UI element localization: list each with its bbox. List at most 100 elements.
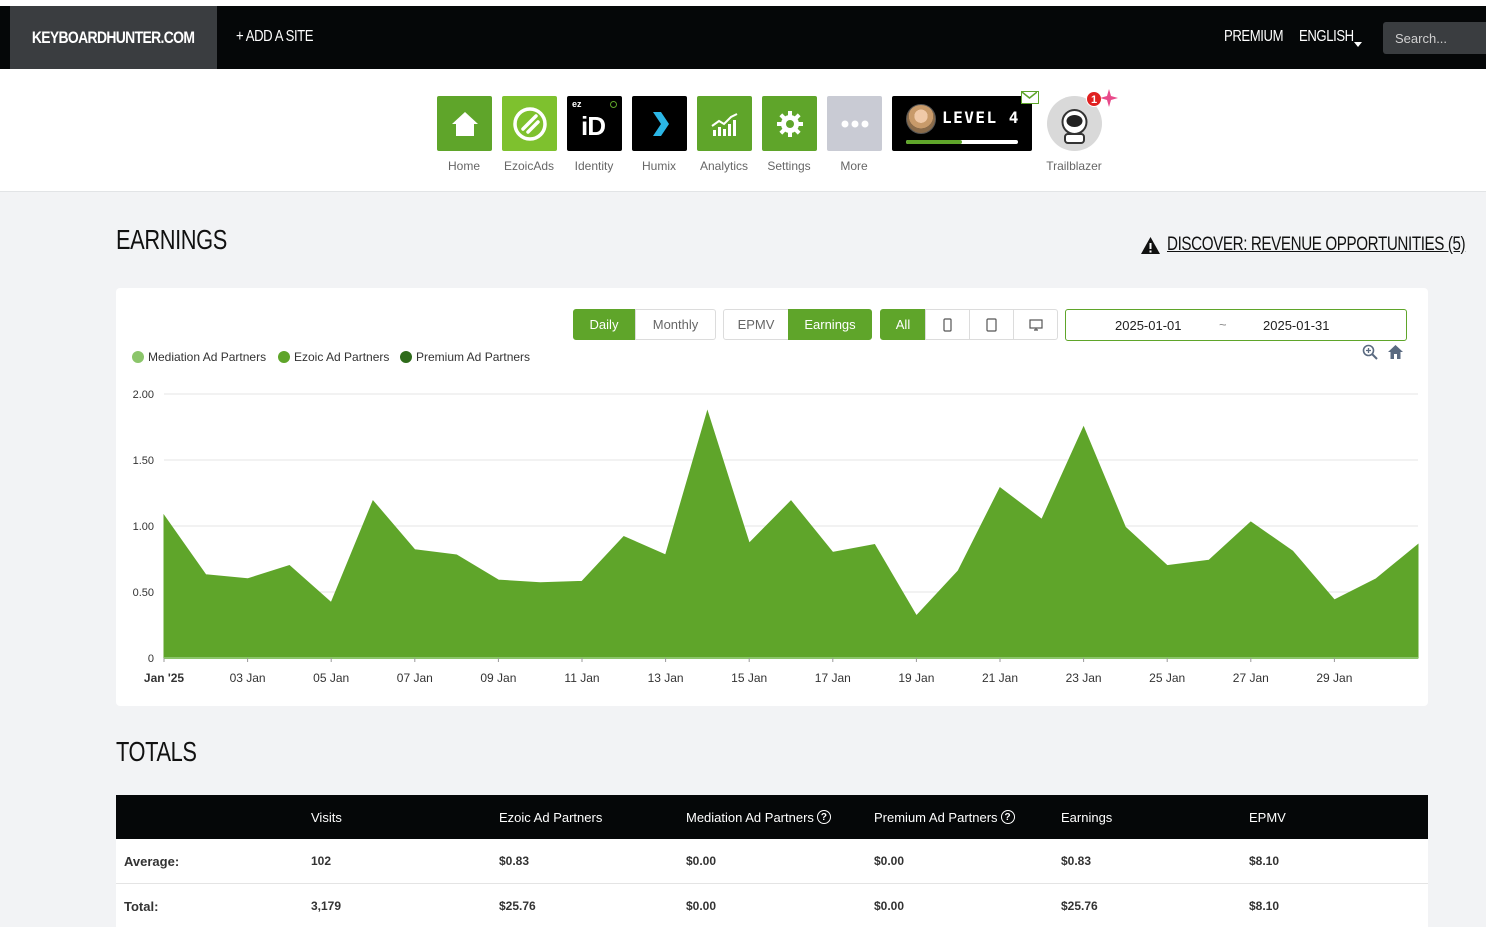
device-tablet-button[interactable] xyxy=(969,309,1014,340)
zoom-icon[interactable] xyxy=(1362,344,1378,360)
legend-item-premium[interactable]: Premium Ad Partners xyxy=(400,350,530,364)
add-site-label: + ADD A SITE xyxy=(236,28,314,45)
app-tile-home[interactable] xyxy=(437,96,492,151)
y-tick-label: 1.50 xyxy=(133,455,154,467)
legend-dot xyxy=(400,351,412,363)
chevron-down-icon xyxy=(1354,42,1362,47)
sparkle-icon xyxy=(1100,89,1118,107)
app-tile-identity[interactable]: ez iD xyxy=(567,96,622,151)
app-tile-more[interactable] xyxy=(827,96,882,151)
col-header-ezoic[interactable]: Ezoic Ad Partners xyxy=(499,795,602,839)
premium-link[interactable]: PREMIUM xyxy=(1224,28,1296,46)
reset-zoom-home-icon[interactable] xyxy=(1387,344,1404,360)
app-tile-ezoicads[interactable] xyxy=(502,96,557,151)
device-mobile-button[interactable] xyxy=(925,309,970,340)
y-tick-label: 1.00 xyxy=(133,521,154,533)
help-icon[interactable]: ? xyxy=(1000,810,1015,824)
identity-icon-text: iD xyxy=(581,111,606,141)
device-desktop-button[interactable] xyxy=(1013,309,1058,340)
earnings-title: EARNINGS xyxy=(116,224,258,256)
tablet-icon xyxy=(986,317,997,332)
level-label: LEVEL 4 xyxy=(942,108,1020,127)
x-tick-label: 15 Jan xyxy=(731,671,767,685)
cell-ezoic: $0.83 xyxy=(499,854,530,868)
legend-dot xyxy=(278,351,290,363)
gear-icon xyxy=(776,110,803,137)
y-tick-label: 0 xyxy=(148,653,154,665)
x-tick-label: 13 Jan xyxy=(648,671,684,685)
legend-label: Ezoic Ad Partners xyxy=(294,350,390,364)
y-tick-label: 2.00 xyxy=(133,389,154,401)
cell-premium: $0.00 xyxy=(874,854,905,868)
earnings-area-chart[interactable]: 0 0.50 1.00 1.50 2.00 Jan '25 03 Jan 05 Jan 07 J… xyxy=(116,378,1428,688)
date-range-picker[interactable]: 2025-01-01 ~ 2025-01-31 xyxy=(1065,309,1407,341)
cell-mediation: $0.00 xyxy=(686,854,717,868)
brand-label: KEYBOARDHUNTER.COM xyxy=(32,27,195,47)
date-from[interactable]: 2025-01-01 xyxy=(1115,318,1182,333)
app-tile-humix[interactable] xyxy=(632,96,687,151)
x-tick-label: 27 Jan xyxy=(1233,671,1269,685)
cell-earnings: $25.76 xyxy=(1061,899,1098,913)
more-icon xyxy=(841,120,868,127)
app-label-analytics: Analytics xyxy=(699,159,749,173)
desktop-icon xyxy=(1028,318,1043,331)
trailblazer-label: Trailblazer xyxy=(1046,159,1102,173)
epmv-button[interactable]: EPMV xyxy=(723,309,789,340)
col-header-premium-label: Premium Ad Partners xyxy=(874,809,998,825)
x-tick-label: 07 Jan xyxy=(397,671,433,685)
cell-ezoic: $25.76 xyxy=(499,899,536,913)
col-header-visits[interactable]: Visits xyxy=(311,795,342,839)
app-icon-bar: Home EzoicAds ez iD Identity Humix Analy… xyxy=(0,69,1486,192)
app-label-ezoicads: EzoicAds xyxy=(503,159,555,173)
ezoic-ads-icon xyxy=(512,106,547,141)
col-header-premium[interactable]: Premium Ad Partners? xyxy=(874,795,1015,839)
device-all-button[interactable]: All xyxy=(880,309,926,340)
app-tile-analytics[interactable] xyxy=(697,96,752,151)
date-to[interactable]: 2025-01-31 xyxy=(1263,318,1330,333)
monthly-button[interactable]: Monthly xyxy=(635,309,716,340)
totals-title: TOTALS xyxy=(116,736,219,768)
x-tick-label: 11 Jan xyxy=(564,671,599,685)
col-header-earnings[interactable]: Earnings xyxy=(1061,795,1112,839)
earnings-button[interactable]: Earnings xyxy=(788,309,872,340)
app-label-humix: Humix xyxy=(641,159,676,173)
daily-button[interactable]: Daily xyxy=(573,309,635,340)
col-header-mediation[interactable]: Mediation Ad Partners? xyxy=(686,795,831,839)
cell-epmv: $8.10 xyxy=(1249,899,1280,913)
humix-icon xyxy=(652,111,669,136)
x-tick-label: 21 Jan xyxy=(982,671,1018,685)
y-tick-label: 0.50 xyxy=(133,587,154,599)
cell-earnings: $0.83 xyxy=(1061,854,1092,868)
warning-icon xyxy=(1141,236,1160,254)
col-header-mediation-label: Mediation Ad Partners xyxy=(686,809,814,825)
search-input[interactable] xyxy=(1383,22,1486,54)
level-widget[interactable]: LEVEL 4 xyxy=(892,96,1032,151)
app-tile-settings[interactable] xyxy=(762,96,817,151)
level-progress-fill xyxy=(906,140,962,144)
col-header-epmv[interactable]: EPMV xyxy=(1249,795,1286,839)
app-label-home: Home xyxy=(447,159,480,173)
x-tick-label: 19 Jan xyxy=(898,671,934,685)
table-row: Total: 3,179 $25.76 $0.00 $0.00 $25.76 $… xyxy=(116,884,1428,927)
identity-icon: ez iD xyxy=(567,96,622,151)
add-site-link[interactable]: + ADD A SITE xyxy=(236,28,330,46)
mail-icon[interactable] xyxy=(1021,91,1039,104)
legend-item-mediation[interactable]: Mediation Ad Partners xyxy=(132,350,266,364)
x-tick-label: 25 Jan xyxy=(1149,671,1185,685)
legend-item-ezoic[interactable]: Ezoic Ad Partners xyxy=(278,350,389,364)
x-tick-label: Jan '25 xyxy=(144,671,185,685)
row-label: Average: xyxy=(124,853,180,869)
top-nav-bar: KEYBOARDHUNTER.COM + ADD A SITE PREMIUM … xyxy=(0,6,1486,69)
discover-revenue-link[interactable]: DISCOVER: REVENUE OPPORTUNITIES (5) xyxy=(1140,234,1486,256)
help-icon[interactable]: ? xyxy=(816,810,831,824)
cell-visits: 3,179 xyxy=(311,899,342,913)
x-tick-label: 09 Jan xyxy=(480,671,516,685)
area-series xyxy=(163,409,1419,659)
x-tick-label: 05 Jan xyxy=(313,671,349,685)
table-header-row: Visits Ezoic Ad Partners Mediation Ad Pa… xyxy=(116,795,1428,839)
site-brand[interactable]: KEYBOARDHUNTER.COM xyxy=(10,6,217,69)
app-label-identity: Identity xyxy=(574,159,614,173)
earnings-title-text: EARNINGS xyxy=(116,224,227,255)
level-progress-bar xyxy=(906,140,1018,144)
totals-title-text: TOTALS xyxy=(116,736,197,767)
